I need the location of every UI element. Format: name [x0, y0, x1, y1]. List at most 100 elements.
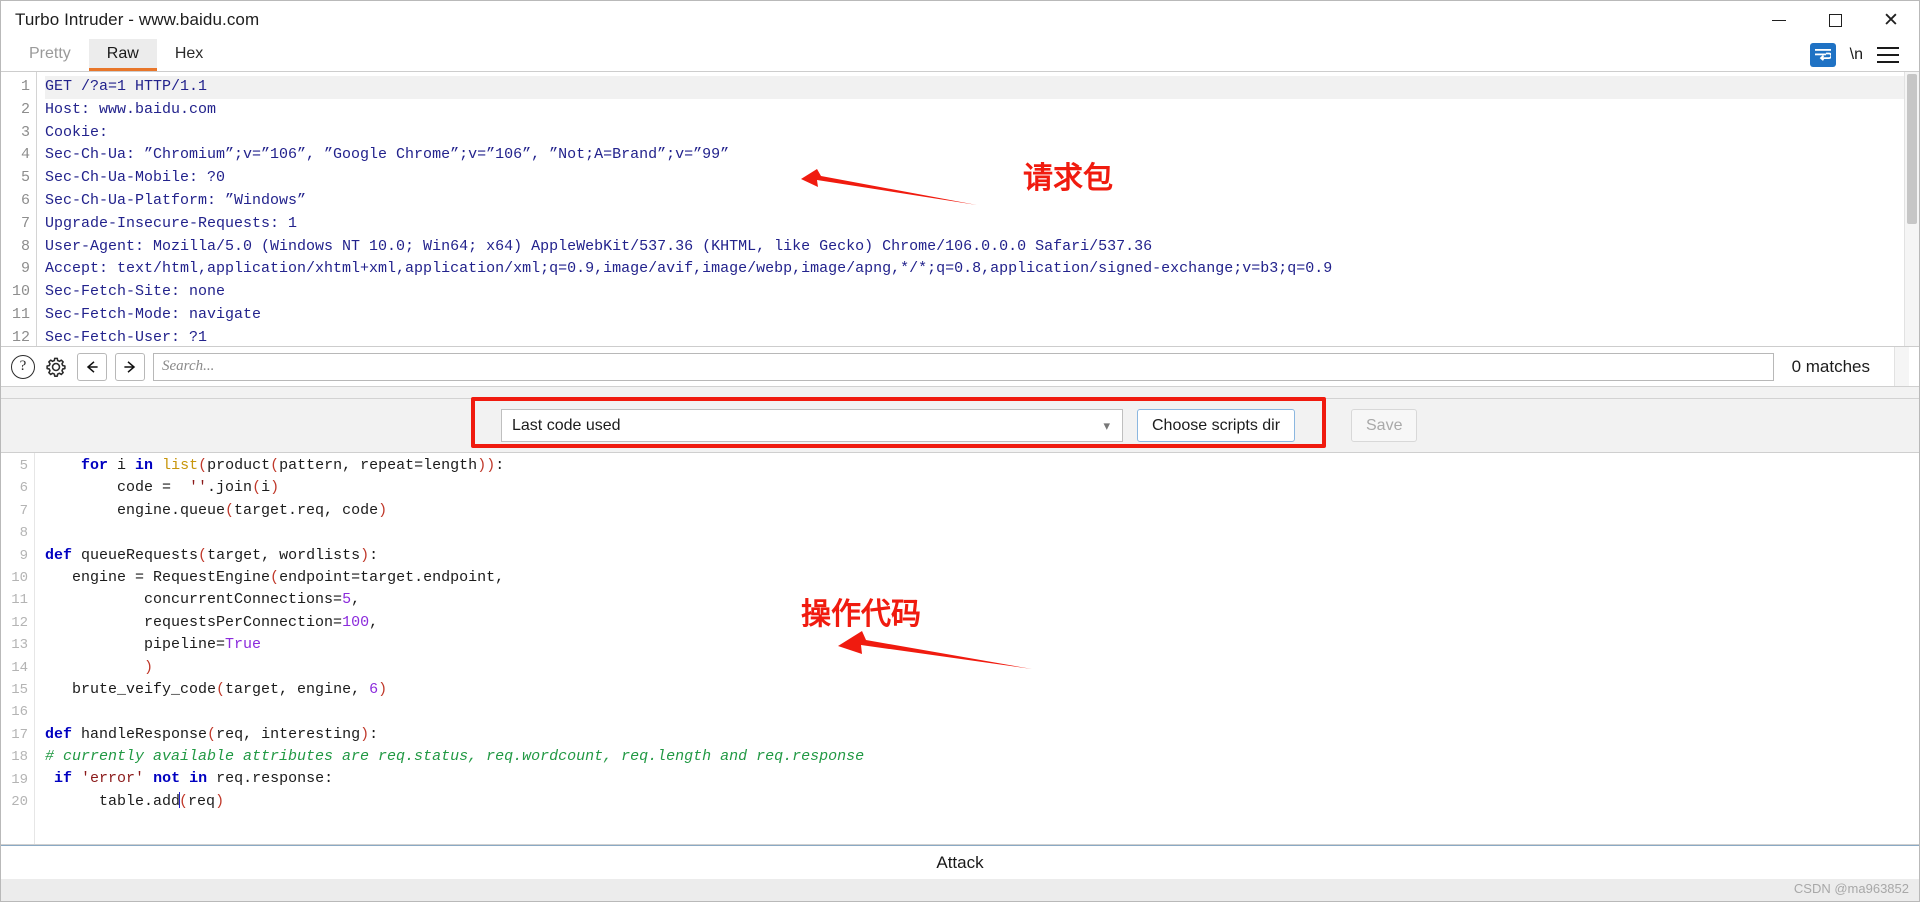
search-prev-button[interactable]: [77, 352, 107, 381]
help-icon[interactable]: ?: [11, 354, 35, 379]
code-line-number: 8: [19, 525, 28, 542]
watermark: CSDN @ma963852: [1793, 881, 1909, 896]
gear-icon[interactable]: [43, 354, 69, 380]
code-line-number: 7: [19, 502, 28, 519]
tab-tools: \n: [1809, 39, 1911, 71]
newline-toggle[interactable]: \n: [1850, 46, 1863, 64]
tab-pretty[interactable]: Pretty: [11, 39, 89, 71]
request-line: GET /?a=1 HTTP/1.1: [45, 76, 1919, 99]
request-line-number: 4: [20, 146, 30, 164]
script-selector-strip: Last code used ▾ Choose scripts dir Save: [1, 387, 1919, 453]
code-line-number: 5: [19, 458, 28, 474]
code-line-number: 19: [11, 771, 28, 788]
script-controls: Last code used ▾ Choose scripts dir: [501, 409, 1296, 442]
code-editor[interactable]: for i in list(product(pattern, repeat=le…: [35, 453, 1919, 844]
request-line: Sec-Fetch-Mode: navigate: [45, 305, 262, 323]
tab-hex[interactable]: Hex: [157, 39, 221, 71]
minimize-button[interactable]: [1751, 1, 1807, 39]
request-line: Upgrade-Insecure-Requests: 1: [45, 214, 298, 232]
request-line: Sec-Ch-Ua: ”Chromium”;v=”106”, ”Google C…: [45, 146, 730, 164]
tab-raw[interactable]: Raw: [88, 39, 157, 71]
request-line: Sec-Ch-Ua-Mobile: ?0: [45, 169, 226, 187]
code-line-number: 15: [11, 682, 28, 699]
minimize-icon: [1772, 19, 1786, 21]
request-line-number: 10: [11, 283, 30, 301]
request-scrollbar-thumb[interactable]: [1907, 74, 1917, 224]
code-line-number: 9: [19, 547, 28, 564]
hamburger-menu-icon[interactable]: [1877, 47, 1899, 63]
code-line-number: 10: [11, 570, 28, 587]
title-bar: Turbo Intruder - www.baidu.com ✕: [1, 1, 1919, 39]
search-matches-count: 0 matches: [1791, 356, 1870, 376]
save-button[interactable]: Save: [1351, 409, 1418, 442]
request-line-number: 11: [11, 305, 30, 323]
status-strip: CSDN @ma963852: [1, 879, 1919, 901]
request-line: Host: www.baidu.com: [45, 100, 217, 118]
request-line-number: 8: [20, 237, 30, 255]
save-button-wrapper: Save: [1351, 409, 1418, 442]
request-line: Accept: text/html,application/xhtml+xml,…: [45, 260, 1333, 278]
request-line: Sec-Fetch-Site: none: [45, 283, 226, 301]
code-line: def queueRequests(target, wordlists):: [45, 546, 379, 564]
code-line-number: 14: [11, 659, 28, 676]
code-line-number: 11: [11, 592, 28, 609]
word-wrap-icon[interactable]: [1809, 43, 1836, 67]
code-line: engine = RequestEngine(endpoint=target.e…: [45, 568, 505, 586]
request-line-numbers: 123456789101112131415: [1, 72, 37, 346]
code-line: requestsPerConnection=100,: [45, 613, 379, 631]
request-line-number: 2: [20, 100, 30, 118]
code-line-number: 6: [19, 480, 28, 497]
search-next-button[interactable]: [115, 352, 145, 381]
code-line: engine.queue(target.req, code): [45, 501, 388, 519]
code-line-number: 16: [11, 704, 28, 721]
code-line: table.add(req): [45, 791, 225, 810]
maximize-button[interactable]: [1807, 1, 1863, 39]
request-line-number: 6: [20, 191, 30, 209]
search-toolbar: ? 0 matches: [1, 347, 1919, 387]
request-line-number: 3: [20, 123, 30, 141]
code-line-number: 18: [11, 749, 28, 766]
code-line: code = ''.join(i): [45, 479, 280, 497]
splitter-grip[interactable]: [1, 395, 1919, 402]
attack-button[interactable]: Attack: [1, 845, 1919, 879]
search-scroll-spacer: [1894, 347, 1909, 386]
request-line: Sec-Fetch-User: ?1: [45, 328, 208, 346]
choose-scripts-dir-button[interactable]: Choose scripts dir: [1137, 409, 1296, 442]
request-line-number: 1: [20, 78, 30, 95]
code-panel: 5 6 7 8 9 10 11 12 13 14 15 16 17 18 19 20 for i in lis…: [1, 453, 1919, 845]
request-editor[interactable]: GET /?a=1 HTTP/1.1 Host: www.baidu.com Coo…: [37, 72, 1919, 346]
code-line: ): [144, 658, 154, 676]
maximize-icon: [1828, 13, 1842, 27]
code-line-number: 20: [11, 794, 28, 811]
code-line-numbers: 5 6 7 8 9 10 11 12 13 14 15 16 17 18 19 20: [1, 453, 35, 844]
turbo-intruder-window: Turbo Intruder - www.baidu.com ✕ Pretty …: [0, 0, 1920, 902]
request-line-number: 7: [20, 214, 30, 232]
chevron-down-icon: ▾: [1103, 417, 1110, 433]
code-line-number: 17: [11, 726, 28, 743]
search-input[interactable]: [153, 352, 1774, 381]
code-line: # currently available attributes are req…: [45, 748, 865, 766]
code-line: concurrentConnections=5,: [45, 591, 361, 609]
request-scrollbar[interactable]: [1904, 72, 1919, 346]
code-line: pipeline=True: [45, 636, 262, 654]
code-select-value: Last code used: [512, 416, 621, 434]
view-tabs: Pretty Raw Hex \n: [1, 39, 1919, 71]
request-panel: 123456789101112131415 GET /?a=1 HTTP/1.1…: [1, 71, 1919, 347]
code-select-dropdown[interactable]: Last code used ▾: [501, 409, 1123, 442]
code-line-number: 12: [11, 614, 28, 631]
code-line: if 'error' not in req.response:: [54, 770, 334, 788]
window-title: Turbo Intruder - www.baidu.com: [15, 10, 260, 29]
window-controls: ✕: [1751, 1, 1919, 39]
code-line: brute_veify_code(target, engine, 6): [45, 680, 388, 698]
request-line-number: 12: [11, 328, 30, 346]
request-line-number: 9: [20, 260, 30, 278]
code-line: def handleResponse(req, interesting):: [45, 725, 379, 743]
request-line-number: 5: [20, 169, 30, 187]
close-icon: ✕: [1883, 9, 1899, 31]
request-line: Cookie:: [45, 123, 109, 141]
close-button[interactable]: ✕: [1863, 1, 1919, 39]
request-line: User-Agent: Mozilla/5.0 (Windows NT 10.0…: [45, 237, 1153, 255]
code-line-number: 13: [11, 637, 28, 654]
